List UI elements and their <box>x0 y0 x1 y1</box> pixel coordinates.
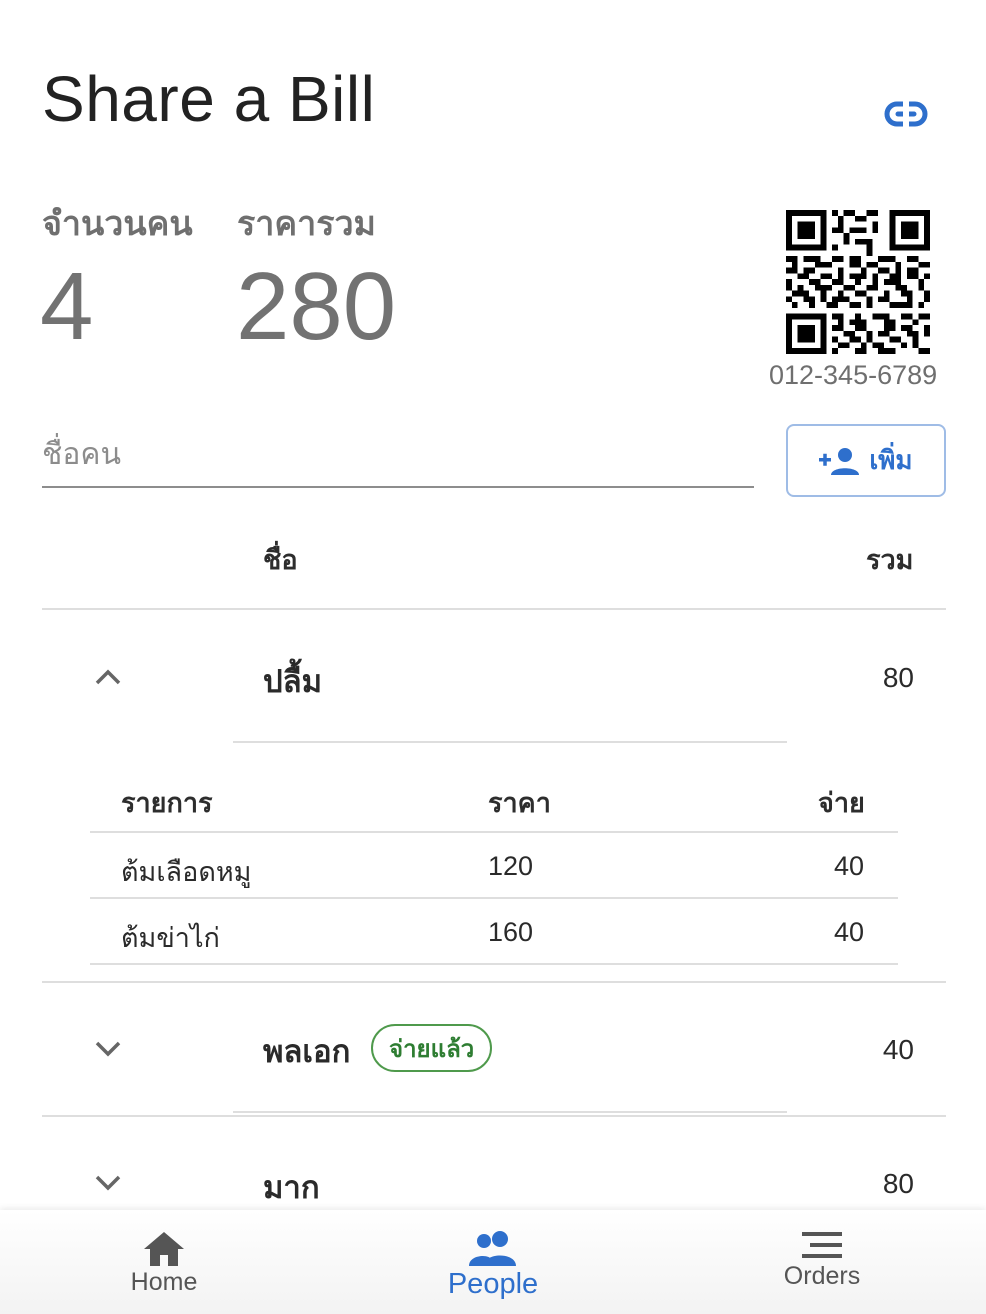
add-person-label: เพิ่ม <box>869 446 913 476</box>
item-name: ต้มเลือดหมู <box>121 857 252 888</box>
paid-status-badge: จ่ายแล้ว <box>371 1024 493 1072</box>
sub-table-divider <box>90 831 898 833</box>
table-divider <box>42 981 946 983</box>
table-divider <box>42 608 946 610</box>
people-count-value: 4 <box>40 253 94 360</box>
promptpay-qr-code <box>786 210 930 354</box>
promptpay-phone: 012-345-6789 <box>769 360 938 390</box>
sub-header-pay: จ่าย <box>818 788 865 819</box>
person-total: 80 <box>882 1168 914 1199</box>
nav-people-label: People <box>447 1268 539 1300</box>
item-pay: 40 <box>834 851 865 881</box>
row-divider <box>233 1111 787 1113</box>
share-link-button[interactable] <box>880 92 932 136</box>
nav-home[interactable]: Home <box>0 1210 328 1314</box>
list-icon <box>802 1232 842 1258</box>
column-header-name: ชื่อ <box>263 545 298 576</box>
link-icon <box>884 101 928 127</box>
bottom-navigation: Home People Orders <box>0 1210 986 1314</box>
nav-home-label: Home <box>130 1268 198 1296</box>
add-person-button[interactable]: เพิ่ม <box>786 424 946 497</box>
nav-people[interactable]: People <box>329 1210 657 1314</box>
chevron-down-icon[interactable] <box>90 1165 126 1201</box>
sub-header-price: ราคา <box>488 788 551 819</box>
person-name-input[interactable] <box>42 428 754 488</box>
home-icon <box>144 1232 184 1266</box>
item-price: 160 <box>488 917 534 947</box>
sub-table-divider <box>90 963 898 965</box>
item-pay: 40 <box>834 917 865 947</box>
person-total: 80 <box>882 662 914 693</box>
chevron-up-icon[interactable] <box>90 659 126 695</box>
person-name: ปลื้ม <box>263 664 323 700</box>
chevron-down-icon[interactable] <box>90 1031 126 1067</box>
page-title: Share a Bill <box>42 63 376 135</box>
total-price-value: 280 <box>236 253 397 360</box>
person-name: พลเอก <box>263 1034 351 1070</box>
person-name: มาก <box>263 1170 320 1206</box>
item-name: ต้มข่าไก่ <box>121 923 220 954</box>
sub-table-divider <box>90 897 898 899</box>
table-divider <box>42 1115 946 1117</box>
nav-orders[interactable]: Orders <box>658 1210 986 1314</box>
column-header-total: รวม <box>866 545 914 576</box>
person-total: 40 <box>882 1034 914 1065</box>
people-icon <box>469 1231 516 1266</box>
nav-orders-label: Orders <box>783 1262 861 1290</box>
people-count-label: จำนวนคน <box>42 204 193 244</box>
row-divider <box>233 741 787 743</box>
person-add-icon <box>819 447 860 475</box>
item-price: 120 <box>488 851 534 881</box>
total-price-label: ราคารวม <box>237 204 376 244</box>
sub-header-item: รายการ <box>121 788 213 819</box>
